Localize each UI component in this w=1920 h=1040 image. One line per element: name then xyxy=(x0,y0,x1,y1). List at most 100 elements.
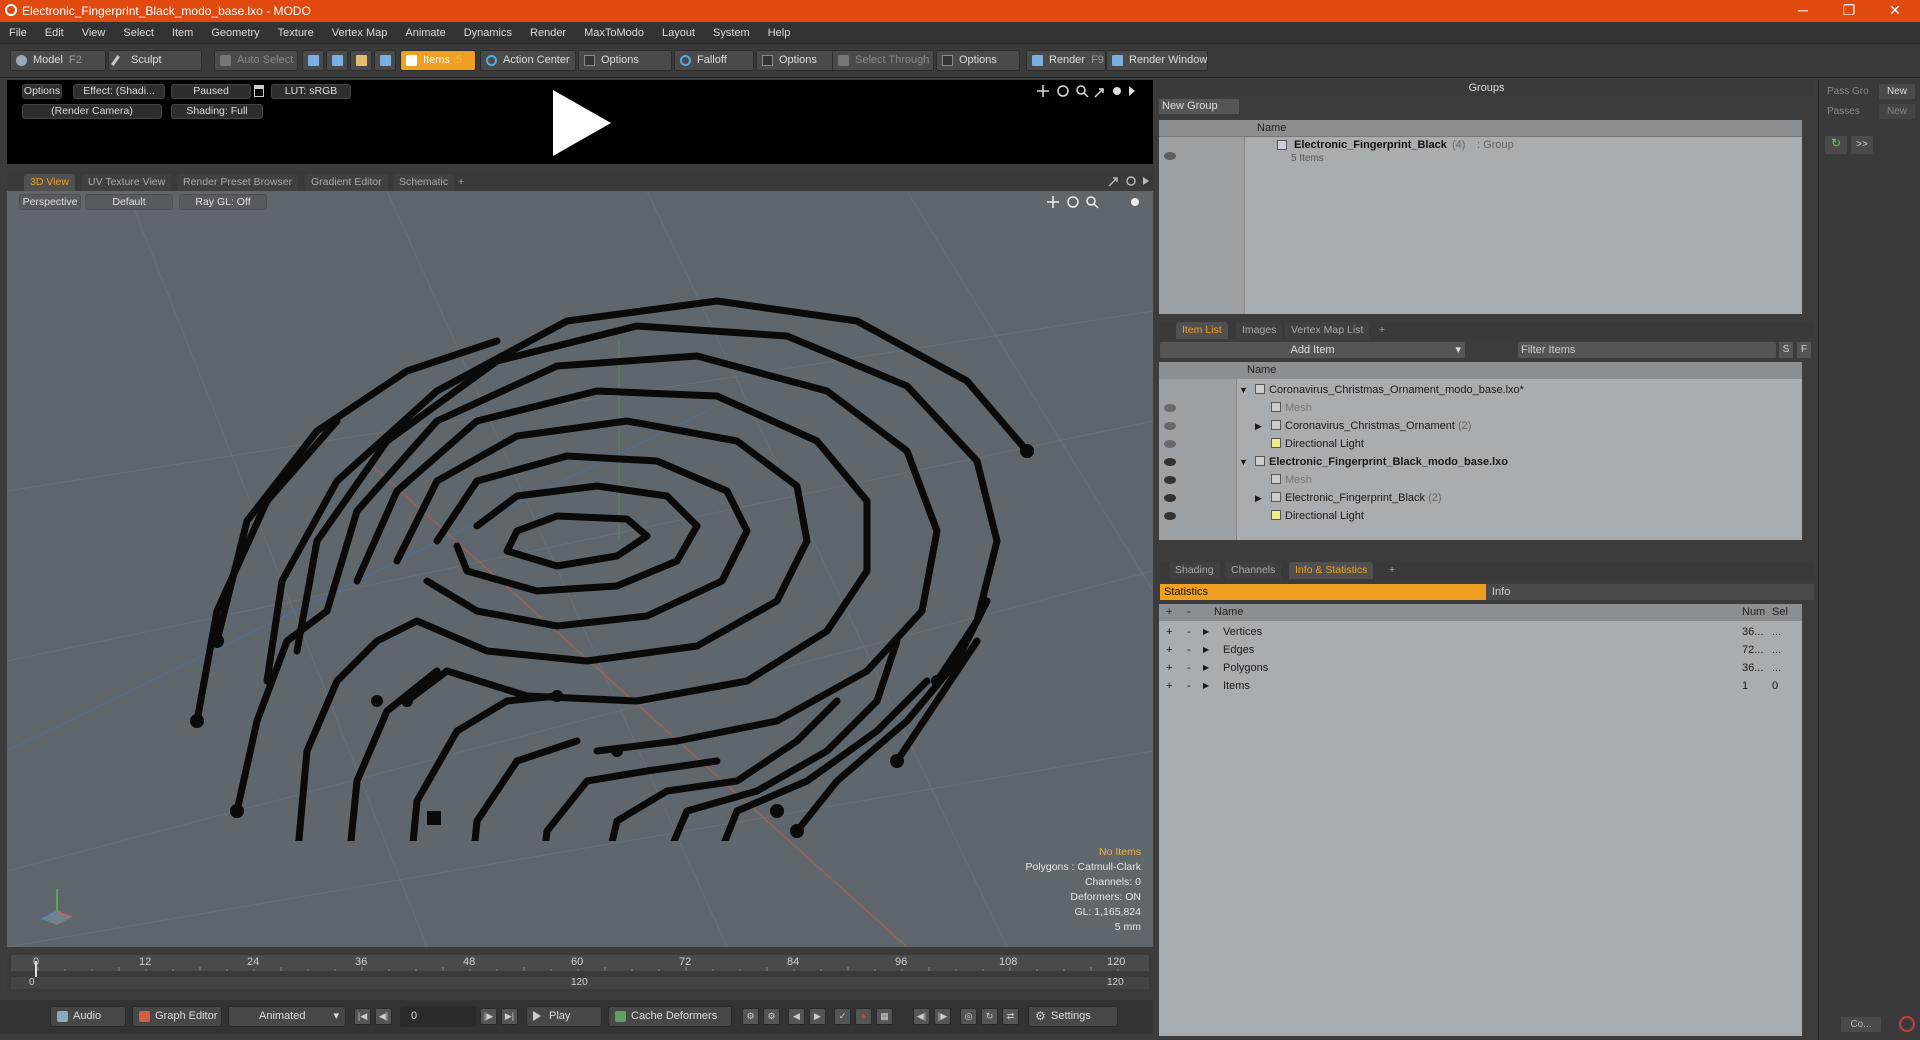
menu-system[interactable]: System xyxy=(704,22,759,44)
play-icon[interactable] xyxy=(545,88,615,158)
menu-view[interactable]: View xyxy=(73,22,115,44)
polygon-select-button[interactable] xyxy=(350,50,372,71)
render-window-button[interactable]: Render Window xyxy=(1106,50,1208,71)
statistics-table[interactable]: + - Name Num Sel + - ▶ Vertices 36... ...… xyxy=(1159,604,1802,1036)
expand-arrow-icon[interactable]: ▶ xyxy=(1255,417,1262,435)
visibility-eye-icon[interactable] xyxy=(1164,440,1176,448)
onion-skin-icon[interactable]: ◎ xyxy=(960,1008,977,1025)
sync-icon[interactable]: ⇄ xyxy=(1002,1008,1019,1025)
more-button[interactable]: >> xyxy=(1851,136,1873,154)
render-camera-dropdown[interactable]: (Render Camera) xyxy=(22,104,162,119)
minimize-button[interactable]: ─ xyxy=(1780,0,1826,22)
viewport-nav-icons[interactable] xyxy=(1047,194,1147,210)
tab-schematic[interactable]: Schematic xyxy=(393,174,455,191)
tab-render-preset-browser[interactable]: Render Preset Browser xyxy=(177,174,299,191)
preview-options-button[interactable]: Options xyxy=(22,84,62,99)
table-row[interactable]: + - ▶ Edges 72... ... xyxy=(1159,641,1802,659)
expand-arrow-icon[interactable]: ▶ xyxy=(1203,659,1209,677)
menu-geometry[interactable]: Geometry xyxy=(202,22,268,44)
lock-icon[interactable] xyxy=(254,85,264,97)
menu-select[interactable]: Select xyxy=(114,22,163,44)
collapse-icon[interactable]: - xyxy=(1187,623,1191,641)
list-item[interactable]: Directional Light xyxy=(1159,435,1802,453)
play-button[interactable]: Play xyxy=(526,1006,602,1027)
collapse-all-icon[interactable]: - xyxy=(1187,606,1191,618)
list-item[interactable]: ▼ Electronic_Fingerprint_Black_modo_base… xyxy=(1159,453,1802,471)
settings-button[interactable]: ⚙ Settings xyxy=(1028,1006,1118,1027)
expand-arrow-icon[interactable]: ▶ xyxy=(1203,677,1209,695)
shading-dropdown[interactable]: Shading: Full xyxy=(171,104,263,119)
filter-items-input[interactable]: Filter Items xyxy=(1518,342,1776,358)
visibility-eye-icon[interactable] xyxy=(1164,476,1176,484)
menu-vertex-map[interactable]: Vertex Map xyxy=(323,22,397,44)
list-item[interactable]: Mesh xyxy=(1159,471,1802,489)
edge-select-button[interactable] xyxy=(326,50,348,71)
visibility-eye-icon[interactable] xyxy=(1164,512,1176,520)
menu-edit[interactable]: Edit xyxy=(36,22,73,44)
table-row[interactable]: + - ▶ Polygons 36... ... xyxy=(1159,659,1802,677)
next-key-button[interactable]: ▶ xyxy=(809,1008,826,1025)
expand-icon[interactable]: + xyxy=(1166,623,1172,641)
add-item-tab-button[interactable]: + xyxy=(1373,322,1391,339)
model-mode-button[interactable]: Model F2 xyxy=(10,50,106,71)
record-button[interactable]: ● xyxy=(855,1008,872,1025)
render-button[interactable]: Render F9 xyxy=(1026,50,1106,71)
expand-arrow-icon[interactable]: ▼ xyxy=(1239,453,1248,471)
select-through-button[interactable]: Select Through xyxy=(832,50,934,71)
items-mode-button[interactable]: Items 5 xyxy=(400,50,476,71)
collapse-icon[interactable]: - xyxy=(1187,677,1191,695)
tab-uv-texture-view[interactable]: UV Texture View xyxy=(82,174,172,191)
tab-item-list[interactable]: Item List xyxy=(1176,322,1228,339)
collapse-icon[interactable]: - xyxy=(1187,659,1191,677)
menu-item[interactable]: Item xyxy=(163,22,202,44)
item-list[interactable]: Name ▼ Coronavirus_Christmas_Ornament_mo… xyxy=(1159,362,1802,540)
menu-dynamics[interactable]: Dynamics xyxy=(455,22,521,44)
tab-3d-view[interactable]: 3D View xyxy=(24,174,75,191)
new-group-button[interactable]: New Group xyxy=(1159,99,1239,114)
select-through-options-button[interactable]: Options xyxy=(936,50,1020,71)
command-input[interactable]: Co... xyxy=(1841,1017,1881,1032)
table-row[interactable]: + - ▶ Items 1 0 xyxy=(1159,677,1802,695)
preview-nav-icons[interactable] xyxy=(1037,83,1147,99)
visibility-eye-icon[interactable] xyxy=(1164,494,1176,502)
animated-dropdown[interactable]: Animated ▾ xyxy=(228,1006,346,1027)
perspective-dropdown[interactable]: Perspective xyxy=(19,194,81,210)
menu-file[interactable]: File xyxy=(0,22,36,44)
expand-icon[interactable]: + xyxy=(1166,641,1172,659)
expand-arrow-icon[interactable]: ▼ xyxy=(1239,381,1248,399)
paused-button[interactable]: Paused xyxy=(171,84,251,99)
key-filter-icon[interactable]: ▦ xyxy=(876,1008,893,1025)
new-pass-button[interactable]: New xyxy=(1879,104,1915,119)
audio-button[interactable]: Audio xyxy=(50,1006,126,1027)
groups-list[interactable]: Name Electronic_Fingerprint_Black (4) : … xyxy=(1159,120,1802,314)
new-pass-group-button[interactable]: New xyxy=(1879,84,1915,99)
expand-arrow-icon[interactable]: ▶ xyxy=(1255,489,1262,507)
prev-key-button[interactable]: ◀ xyxy=(788,1008,805,1025)
viewport-corner-icons[interactable] xyxy=(1107,174,1152,188)
falloff-options-button[interactable]: Options xyxy=(756,50,836,71)
menu-maxtomodo[interactable]: MaxToModo xyxy=(575,22,653,44)
prev-marker-button[interactable]: ◀| xyxy=(913,1008,930,1025)
tab-vertex-map-list[interactable]: Vertex Map List xyxy=(1285,322,1370,339)
tab-images[interactable]: Images xyxy=(1236,322,1283,339)
visibility-eye-icon[interactable] xyxy=(1164,422,1176,430)
statistics-tab[interactable]: Statistics xyxy=(1160,584,1486,600)
expand-arrow-icon[interactable]: ▶ xyxy=(1203,641,1209,659)
list-item[interactable]: ▼ Coronavirus_Christmas_Ornament_modo_ba… xyxy=(1159,381,1802,399)
key-icon[interactable]: ⚙ xyxy=(742,1008,759,1025)
loop-icon[interactable]: ↻ xyxy=(981,1008,998,1025)
tab-shading[interactable]: Shading xyxy=(1169,562,1220,579)
next-marker-button[interactable]: |▶ xyxy=(934,1008,951,1025)
add-item-dropdown[interactable]: Add Item ▾ xyxy=(1160,342,1465,358)
list-item[interactable]: Directional Light xyxy=(1159,507,1802,525)
record-macro-icon[interactable] xyxy=(1899,1016,1915,1032)
next-frame-button[interactable]: |▶ xyxy=(480,1008,497,1025)
menu-animate[interactable]: Animate xyxy=(396,22,454,44)
list-item[interactable]: ▶ Electronic_Fingerprint_Black (2) xyxy=(1159,489,1802,507)
material-select-button[interactable] xyxy=(374,50,396,71)
menu-texture[interactable]: Texture xyxy=(269,22,323,44)
auto-select-button[interactable]: Auto Select xyxy=(214,50,298,71)
action-center-options-button[interactable]: Options xyxy=(578,50,672,71)
filter-f-button[interactable]: F xyxy=(1797,342,1811,358)
filter-s-button[interactable]: S xyxy=(1779,342,1793,358)
